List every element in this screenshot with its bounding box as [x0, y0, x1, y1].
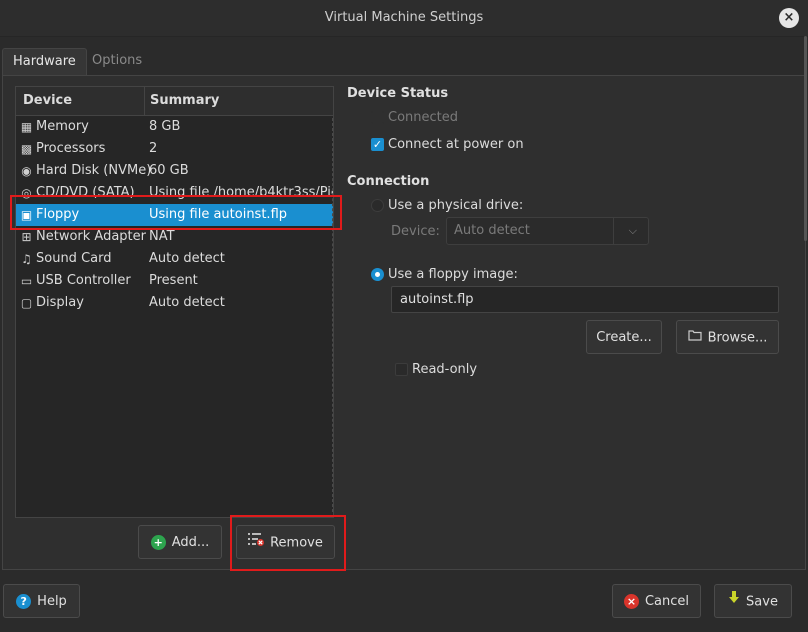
help-button-label: Help — [37, 594, 67, 609]
device-summary: Present — [149, 273, 198, 288]
device-summary: Auto detect — [149, 295, 225, 310]
physical-drive-radio[interactable] — [371, 199, 384, 212]
table-edge-line — [332, 118, 333, 512]
close-button[interactable]: × — [779, 8, 799, 28]
device-summary: NAT — [149, 229, 175, 244]
device-summary: Auto detect — [149, 251, 225, 266]
tab-hardware[interactable]: Hardware — [2, 48, 87, 75]
table-header: Device Summary — [16, 87, 333, 116]
hard-disk-icon: ◉ — [21, 163, 32, 178]
device-row[interactable]: ♫ Sound Card Auto detect — [16, 248, 333, 270]
remove-list-icon — [248, 526, 265, 560]
device-row[interactable]: ▭ USB Controller Present — [16, 270, 333, 292]
cd-dvd-icon: ◎ — [21, 185, 32, 200]
device-summary: 60 GB — [149, 163, 189, 178]
save-button[interactable]: Save — [714, 584, 792, 618]
cancel-button[interactable]: × Cancel — [612, 584, 701, 618]
floppy-icon: ▣ — [20, 207, 33, 222]
connection-title: Connection — [347, 174, 430, 189]
column-header-device[interactable]: Device — [23, 93, 72, 108]
device-name: Sound Card — [36, 251, 112, 266]
connected-label: Connected — [388, 110, 459, 125]
device-name: Display — [36, 295, 84, 310]
display-icon: ▢ — [20, 295, 33, 310]
cancel-button-label: Cancel — [644, 594, 690, 609]
save-button-label: Save — [746, 594, 778, 610]
device-name: Processors — [36, 141, 106, 156]
folder-icon — [688, 321, 702, 355]
device-label: Device: — [391, 224, 440, 239]
device-name: Memory — [36, 119, 89, 134]
tab-options[interactable]: Options — [82, 48, 152, 74]
floppy-image-path-field[interactable]: autoinst.flp — [391, 286, 779, 313]
remove-button-label: Remove — [270, 535, 323, 551]
physical-drive-label: Use a physical drive: — [388, 198, 524, 213]
device-name: CD/DVD (SATA) — [36, 185, 135, 200]
connected-checkbox[interactable] — [371, 111, 384, 124]
processor-icon: ▩ — [20, 141, 33, 156]
help-icon: ? — [16, 594, 32, 609]
device-row[interactable]: ▩ Processors 2 — [16, 138, 333, 160]
add-button-label: Add... — [171, 535, 210, 550]
window-edge-scrollbar[interactable] — [804, 36, 807, 241]
column-header-summary[interactable]: Summary — [150, 93, 219, 108]
device-row[interactable]: ◉ Hard Disk (NVMe) 60 GB — [16, 160, 333, 182]
network-icon: ⊞ — [21, 229, 32, 244]
dropdown-divider — [613, 218, 614, 244]
window-title: Virtual Machine Settings — [324, 10, 484, 25]
usb-icon: ▭ — [20, 273, 33, 288]
connect-at-power-on-checkbox[interactable]: ✓ — [371, 138, 384, 151]
device-row[interactable]: ◎ CD/DVD (SATA) Using file /home/b4ktr3ss/… — [16, 182, 333, 204]
device-dropdown-value: Auto detect — [454, 223, 530, 238]
floppy-image-label: Use a floppy image: — [388, 267, 518, 282]
chevron-down-icon: ⌵ — [628, 224, 637, 237]
read-only-label: Read-only — [412, 362, 478, 377]
remove-button[interactable]: Remove — [236, 525, 335, 559]
column-divider — [144, 87, 145, 115]
download-arrow-icon — [728, 585, 740, 619]
device-status-title: Device Status — [347, 86, 449, 101]
device-name: Network Adapter — [36, 229, 146, 244]
title-bar: Virtual Machine Settings × — [0, 0, 808, 37]
help-button[interactable]: ? Help — [3, 584, 80, 618]
device-dropdown[interactable]: Auto detect ⌵ — [446, 217, 649, 245]
device-name: USB Controller — [36, 273, 131, 288]
device-name: Floppy — [36, 207, 80, 222]
device-row[interactable]: ▣ Floppy Using file autoinst.flp — [16, 204, 333, 226]
device-name: Hard Disk (NVMe) — [36, 163, 152, 178]
add-button[interactable]: + Add... — [138, 525, 222, 559]
device-summary: Using file /home/b4ktr3ss/Pict — [149, 185, 334, 200]
device-summary: Using file autoinst.flp — [149, 207, 288, 222]
sound-icon: ♫ — [21, 251, 32, 266]
cancel-icon: × — [623, 594, 639, 609]
create-button[interactable]: Create... — [586, 320, 662, 354]
connect-at-power-on-label: Connect at power on — [388, 137, 524, 152]
device-row[interactable]: ⊞ Network Adapter NAT — [16, 226, 333, 248]
plus-icon: + — [150, 535, 166, 550]
device-table: Device Summary ▦ Memory 8 GB ▩ Processors 2 ◉ H… — [15, 86, 334, 518]
device-summary: 8 GB — [149, 119, 181, 134]
memory-icon: ▦ — [20, 119, 33, 134]
device-row[interactable]: ▢ Display Auto detect — [16, 292, 333, 314]
browse-button-label: Browse... — [707, 330, 768, 346]
device-row[interactable]: ▦ Memory 8 GB — [16, 116, 333, 138]
browse-button[interactable]: Browse... — [676, 320, 779, 354]
device-summary: 2 — [149, 141, 158, 156]
floppy-image-radio[interactable] — [371, 268, 384, 281]
read-only-checkbox[interactable] — [395, 363, 408, 376]
